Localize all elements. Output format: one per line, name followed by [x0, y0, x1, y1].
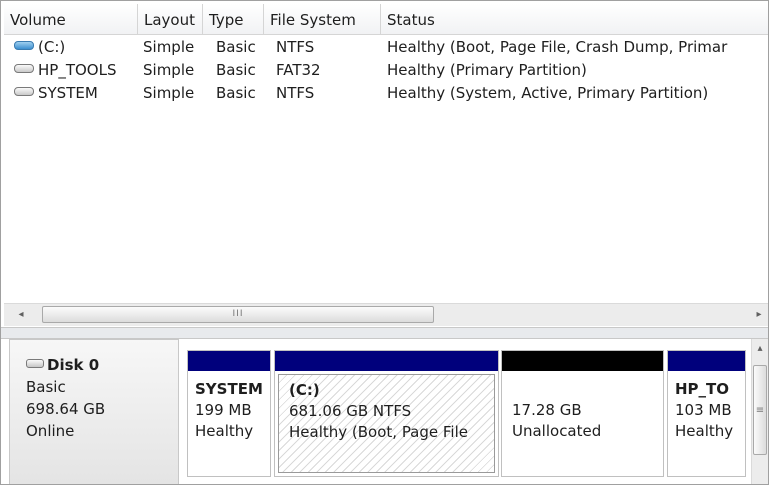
volume-row[interactable]: HP_TOOLS Simple Basic FAT32 Healthy (Pri… — [4, 59, 768, 82]
partition-bar — [188, 351, 270, 371]
volume-list: Volume Layout Type File System Status (C… — [4, 4, 768, 326]
partition-name — [512, 379, 660, 400]
disk-management-window: Volume Layout Type File System Status (C… — [0, 0, 769, 485]
volume-row[interactable]: SYSTEM Simple Basic NTFS Healthy (System… — [4, 82, 768, 105]
scrollbar-thumb[interactable]: III — [42, 306, 434, 323]
pane-splitter[interactable] — [1, 327, 768, 339]
scroll-up-icon[interactable]: ▴ — [753, 342, 767, 356]
disk-name: Disk 0 — [47, 356, 100, 374]
partition-hp-tools[interactable]: HP_TO 103 MB Healthy — [667, 350, 746, 477]
partition-status: Healthy (Boot, Page File — [289, 423, 468, 441]
column-header-type[interactable]: Type — [203, 4, 264, 34]
disk-icon — [26, 359, 44, 368]
scroll-left-icon[interactable]: ◂ — [14, 308, 28, 322]
scroll-right-icon[interactable]: ▸ — [752, 308, 766, 322]
partition-size: 103 MB — [675, 401, 732, 419]
grip-icon: ≡ — [755, 405, 765, 416]
partition-name: HP_TO — [675, 380, 730, 398]
volume-layout: Simple — [143, 38, 195, 56]
partition-bar — [502, 351, 663, 371]
volume-type: Basic — [216, 61, 256, 79]
volume-layout: Simple — [143, 84, 195, 102]
partition-status: Healthy — [675, 422, 734, 440]
volume-file-system: NTFS — [276, 84, 315, 102]
horizontal-scrollbar[interactable]: ◂ III ▸ — [4, 303, 768, 326]
partition-size: 199 MB — [195, 401, 252, 419]
partition-unallocated[interactable]: 17.28 GB Unallocated — [501, 350, 664, 477]
volume-status: Healthy (System, Active, Primary Partiti… — [387, 84, 709, 102]
partition-status: Healthy — [195, 422, 254, 440]
volume-row[interactable]: (C:) Simple Basic NTFS Healthy (Boot, Pa… — [4, 36, 768, 59]
disk-status: Online — [26, 422, 75, 440]
disk-type: Basic — [26, 378, 66, 396]
volume-layout: Simple — [143, 61, 195, 79]
volume-type: Basic — [216, 38, 256, 56]
column-header-row: Volume Layout Type File System Status — [4, 4, 768, 35]
partition-c[interactable]: (C:) 681.06 GB NTFS Healthy (Boot, Page … — [274, 350, 499, 477]
volume-icon — [14, 87, 34, 96]
column-header-file-system[interactable]: File System — [264, 4, 381, 34]
volume-type: Basic — [216, 84, 256, 102]
partition-size: 17.28 GB — [512, 401, 582, 419]
partition-bar — [275, 351, 498, 371]
volume-status: Healthy (Primary Partition) — [387, 61, 587, 79]
volume-icon — [14, 64, 34, 73]
partition-system[interactable]: SYSTEM 199 MB Healthy — [187, 350, 271, 477]
volume-status: Healthy (Boot, Page File, Crash Dump, Pr… — [387, 38, 728, 56]
partition-name: SYSTEM — [195, 380, 263, 398]
grip-icon: III — [232, 309, 244, 319]
column-header-layout[interactable]: Layout — [138, 4, 203, 34]
volume-name: SYSTEM — [38, 84, 98, 102]
disk-size: 698.64 GB — [26, 400, 106, 418]
disk-info-panel[interactable]: Disk 0 Basic 698.64 GB Online — [9, 339, 179, 484]
volume-file-system: NTFS — [276, 38, 315, 56]
volume-file-system: FAT32 — [276, 61, 321, 79]
partition-status: Unallocated — [512, 422, 602, 440]
column-header-status[interactable]: Status — [381, 4, 768, 34]
volume-name: HP_TOOLS — [38, 61, 117, 79]
vertical-scrollbar[interactable]: ▴ ≡ — [751, 339, 768, 484]
volume-icon — [14, 41, 34, 50]
volume-name: (C:) — [38, 38, 66, 56]
partition-selection-hatch: (C:) 681.06 GB NTFS Healthy (Boot, Page … — [278, 374, 495, 473]
vertical-scrollbar-thumb[interactable]: ≡ — [753, 365, 767, 455]
partition-bar — [668, 351, 745, 371]
partition-name: (C:) — [289, 381, 320, 399]
partition-size: 681.06 GB NTFS — [289, 402, 412, 420]
column-header-volume[interactable]: Volume — [4, 4, 138, 34]
